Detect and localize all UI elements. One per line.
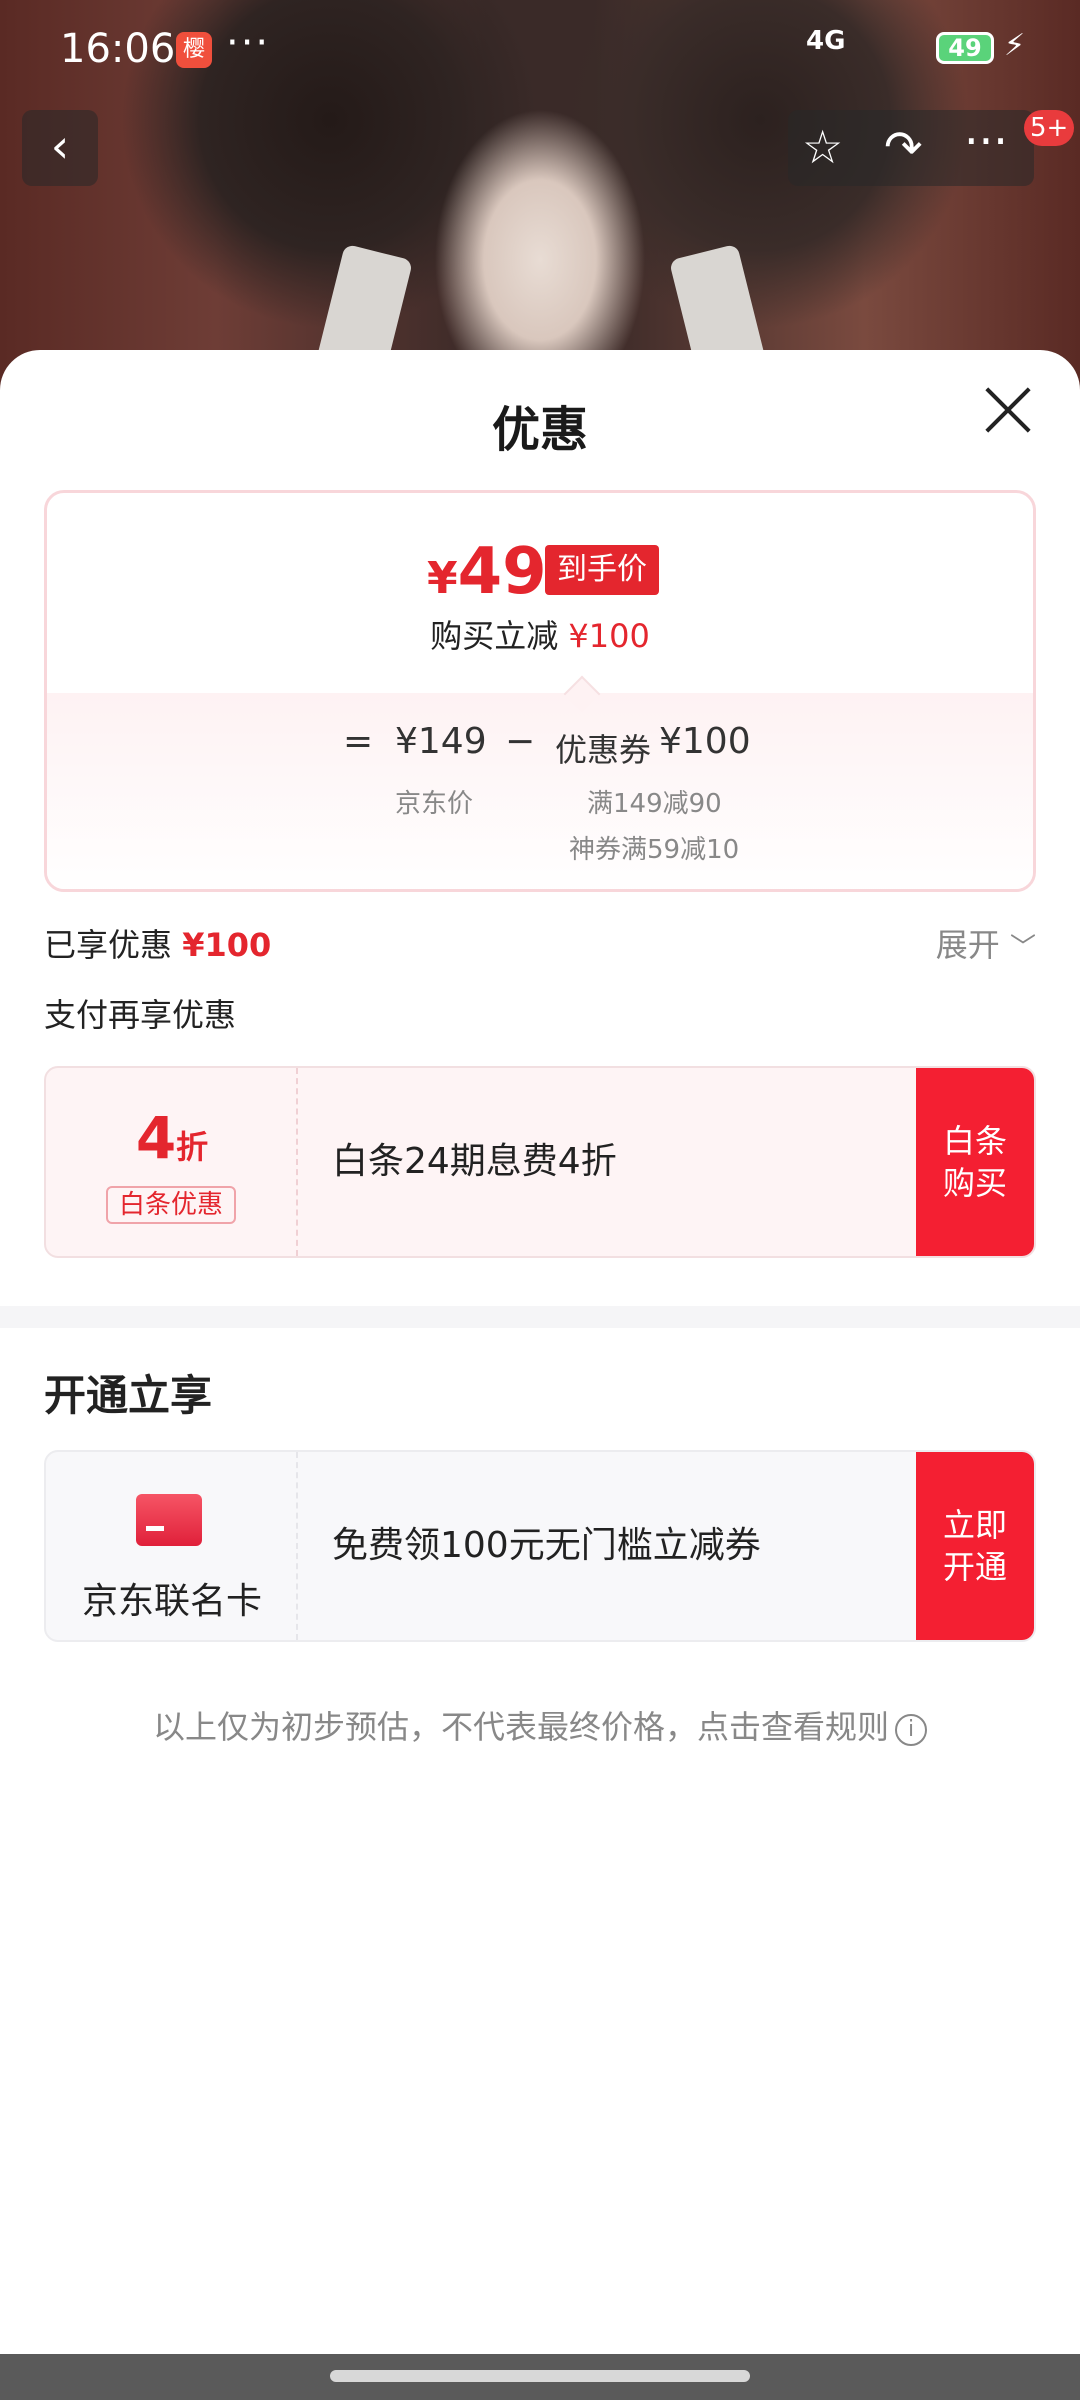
message-badge: 5+: [1024, 110, 1075, 146]
section-divider: [0, 1306, 1080, 1328]
network-indicator: 4G: [806, 26, 846, 56]
system-navigation-bar: [0, 2354, 1080, 2400]
minus-sign: −: [505, 721, 536, 762]
jd-price: ¥149: [395, 721, 487, 762]
discount-rate: 4折: [135, 1104, 209, 1172]
coupon-label: 优惠券: [555, 731, 652, 769]
charging-icon: ⚡: [1004, 28, 1026, 63]
open-card-button[interactable]: 立即 开通: [916, 1452, 1034, 1640]
home-indicator[interactable]: [330, 2370, 750, 2382]
app-notification-icon: 樱: [176, 32, 212, 68]
close-icon[interactable]: [978, 380, 1038, 440]
baitiao-offer-left: 4折 白条优惠: [46, 1068, 298, 1256]
enjoyed-discount: 已享优惠 ¥100: [44, 926, 272, 964]
status-bar: 16:06 樱 ··· 4G 49 ⚡: [0, 0, 1080, 96]
share-icon[interactable]: ↷: [884, 120, 923, 174]
coupon-detail: 满149减90: [587, 789, 722, 819]
price-breakdown-lower: [47, 693, 1033, 889]
cobrand-card-description: 免费领100元无门槛立减券: [332, 1525, 761, 1566]
back-button[interactable]: ‹: [22, 110, 98, 186]
battery-icon: 49: [936, 32, 994, 64]
final-price: ¥49: [427, 535, 547, 609]
coupon-value: ¥100: [659, 721, 751, 762]
jd-price-label: 京东价: [395, 789, 474, 819]
sheet-title: 优惠: [491, 402, 588, 458]
equals-sign: =: [343, 721, 374, 762]
price-breakdown: ¥49 到手价 购买立减 ¥100 = ¥149 − 优惠券 ¥100 京东价 …: [44, 490, 1036, 892]
status-time: 16:06: [60, 26, 176, 72]
cobrand-card-label: 京东联名卡: [81, 1581, 262, 1622]
more-notifications-icon: ···: [226, 20, 271, 66]
credit-card-icon: [136, 1494, 202, 1546]
baitiao-tag: 白条优惠: [106, 1186, 236, 1224]
back-icon: ‹: [50, 119, 70, 173]
chevron-down-icon: ﹀: [1009, 933, 1036, 963]
discount-sheet: 优惠 ¥49 到手价 购买立减 ¥100 = ¥149 − 优惠券 ¥100 京…: [0, 350, 1080, 2400]
pay-more-label: 支付再享优惠: [44, 996, 237, 1034]
info-icon[interactable]: i: [895, 1714, 927, 1746]
baitiao-description: 白条24期息费4折: [332, 1141, 617, 1182]
final-price-tag: 到手价: [545, 545, 659, 595]
expand-button[interactable]: 展开 ﹀: [936, 920, 1036, 966]
favorite-icon[interactable]: ☆: [802, 120, 843, 174]
coupon-detail: 神券满59减10: [569, 835, 740, 865]
rules-note[interactable]: 以上仅为初步预估，不代表最终价格，点击查看规则 i: [0, 1702, 1080, 1748]
purchase-reduction: 购买立减 ¥100: [430, 617, 650, 655]
cobrand-card-left: 京东联名卡: [46, 1452, 298, 1640]
open-section-title: 开通立享: [44, 1371, 213, 1420]
more-icon[interactable]: ···: [964, 114, 1008, 168]
baitiao-offer-card[interactable]: 4折 白条优惠 白条24期息费4折 白条 购买: [44, 1066, 1036, 1258]
header-actions: ☆ ↷ ···: [788, 110, 1034, 186]
baitiao-buy-button[interactable]: 白条 购买: [916, 1068, 1034, 1256]
cobrand-card-offer[interactable]: 京东联名卡 免费领100元无门槛立减券 立即 开通: [44, 1450, 1036, 1642]
